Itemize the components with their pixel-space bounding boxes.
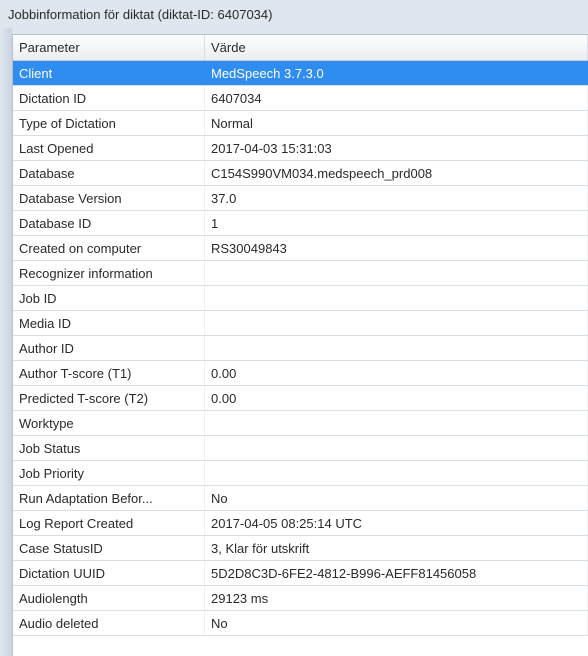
grid-header[interactable]: Parameter Värde [13, 35, 588, 61]
cell-value: No [205, 486, 588, 510]
table-row[interactable]: Predicted T-score (T2)0.00 [13, 386, 588, 411]
cell-parameter: Author ID [13, 336, 205, 360]
table-row[interactable]: Database ID1 [13, 211, 588, 236]
table-row[interactable]: Log Report Created2017-04-05 08:25:14 UT… [13, 511, 588, 536]
table-row[interactable]: Job Status [13, 436, 588, 461]
column-header-value[interactable]: Värde [205, 35, 588, 60]
table-row[interactable]: Audiolength29123 ms [13, 586, 588, 611]
cell-value: 0.00 [205, 386, 588, 410]
cell-parameter: Case StatusID [13, 536, 205, 560]
cell-value: 2017-04-03 15:31:03 [205, 136, 588, 160]
cell-value [205, 436, 588, 460]
table-row[interactable]: Case StatusID3, Klar för utskrift [13, 536, 588, 561]
cell-value [205, 336, 588, 360]
cell-value [205, 311, 588, 335]
cell-value [205, 261, 588, 285]
cell-parameter: Audio deleted [13, 611, 205, 635]
cell-parameter: Job Priority [13, 461, 205, 485]
cell-parameter: Audiolength [13, 586, 205, 610]
grid-body[interactable]: ClientMedSpeech 3.7.3.0Dictation ID64070… [13, 61, 588, 656]
table-row[interactable]: Worktype [13, 411, 588, 436]
cell-value [205, 411, 588, 435]
cell-parameter: Last Opened [13, 136, 205, 160]
cell-parameter: Media ID [13, 311, 205, 335]
title-bar[interactable]: Jobbinformation för diktat (diktat-ID: 6… [0, 0, 588, 28]
cell-parameter: Job Status [13, 436, 205, 460]
cell-parameter: Database [13, 161, 205, 185]
cell-value: MedSpeech 3.7.3.0 [205, 61, 588, 85]
cell-value: C154S990VM034.medspeech_prd008 [205, 161, 588, 185]
table-row[interactable]: ClientMedSpeech 3.7.3.0 [13, 61, 588, 86]
cell-value: 29123 ms [205, 586, 588, 610]
cell-parameter: Run Adaptation Befor... [13, 486, 205, 510]
table-row[interactable]: Job ID [13, 286, 588, 311]
cell-value: No [205, 611, 588, 635]
cell-parameter: Type of Dictation [13, 111, 205, 135]
cell-value [205, 461, 588, 485]
cell-parameter: Database ID [13, 211, 205, 235]
table-row[interactable]: Dictation UUID5D2D8C3D-6FE2-4812-B996-AE… [13, 561, 588, 586]
cell-value [205, 286, 588, 310]
table-row[interactable]: Database Version37.0 [13, 186, 588, 211]
table-row[interactable]: Created on computerRS30049843 [13, 236, 588, 261]
column-header-value-label: Värde [211, 40, 246, 55]
table-row[interactable]: Author ID [13, 336, 588, 361]
cell-value: 1 [205, 211, 588, 235]
cell-parameter: Author T-score (T1) [13, 361, 205, 385]
cell-value: 6407034 [205, 86, 588, 110]
table-row[interactable]: Type of DictationNormal [13, 111, 588, 136]
cell-value: 2017-04-05 08:25:14 UTC [205, 511, 588, 535]
table-row[interactable]: Media ID [13, 311, 588, 336]
table-row[interactable]: Run Adaptation Befor...No [13, 486, 588, 511]
cell-parameter: Dictation UUID [13, 561, 205, 585]
cell-parameter: Log Report Created [13, 511, 205, 535]
table-row[interactable]: Author T-score (T1)0.00 [13, 361, 588, 386]
window-title: Jobbinformation för diktat (diktat-ID: 6… [8, 7, 272, 22]
window-left-gutter [0, 28, 12, 656]
cell-parameter: Predicted T-score (T2) [13, 386, 205, 410]
cell-value: 0.00 [205, 361, 588, 385]
cell-parameter: Job ID [13, 286, 205, 310]
cell-value: Normal [205, 111, 588, 135]
property-grid-panel: Parameter Värde ClientMedSpeech 3.7.3.0D… [12, 34, 588, 656]
table-row[interactable]: Recognizer information [13, 261, 588, 286]
table-row[interactable]: Job Priority [13, 461, 588, 486]
cell-value: 5D2D8C3D-6FE2-4812-B996-AEFF81456058 [205, 561, 588, 585]
cell-parameter: Client [13, 61, 205, 85]
table-row[interactable]: Dictation ID6407034 [13, 86, 588, 111]
column-header-parameter-label: Parameter [19, 40, 80, 55]
cell-parameter: Recognizer information [13, 261, 205, 285]
table-row[interactable]: Audio deletedNo [13, 611, 588, 636]
cell-value: 37.0 [205, 186, 588, 210]
cell-value: RS30049843 [205, 236, 588, 260]
cell-parameter: Database Version [13, 186, 205, 210]
table-row[interactable]: Last Opened2017-04-03 15:31:03 [13, 136, 588, 161]
cell-parameter: Dictation ID [13, 86, 205, 110]
table-row[interactable]: DatabaseC154S990VM034.medspeech_prd008 [13, 161, 588, 186]
cell-parameter: Worktype [13, 411, 205, 435]
cell-parameter: Created on computer [13, 236, 205, 260]
column-header-parameter[interactable]: Parameter [13, 35, 205, 60]
window-frame: Jobbinformation för diktat (diktat-ID: 6… [0, 0, 588, 656]
cell-value: 3, Klar för utskrift [205, 536, 588, 560]
